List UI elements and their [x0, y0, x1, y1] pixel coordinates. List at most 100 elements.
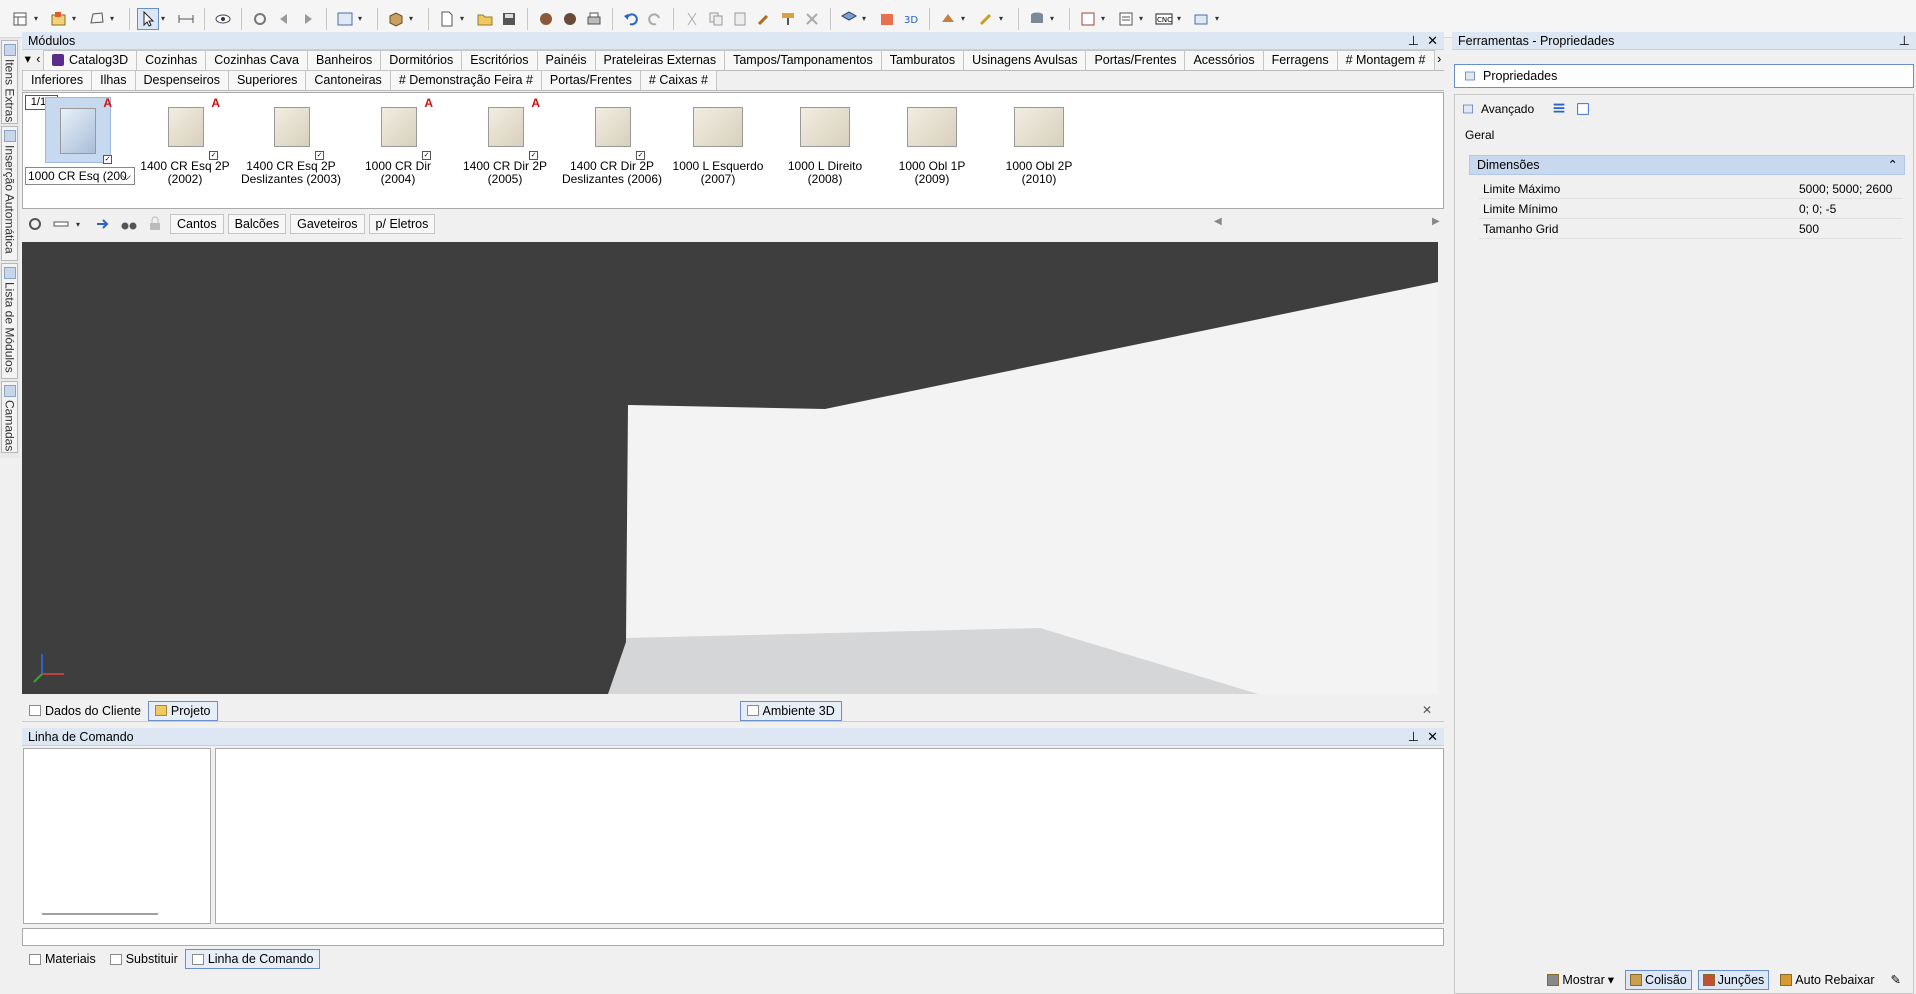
copy-icon[interactable]: [705, 8, 727, 30]
checkbox-icon[interactable]: ✓: [315, 151, 324, 160]
move-left-icon[interactable]: [273, 8, 295, 30]
filter-eletros[interactable]: p/ Eletros: [368, 214, 436, 234]
tab-dados-cliente[interactable]: Dados do Cliente: [22, 701, 148, 721]
module-item[interactable]: A ✓ 1000 CR Dir (2004): [346, 97, 450, 186]
import-icon[interactable]: [92, 213, 114, 235]
tab-ambiente-3d[interactable]: Ambiente 3D: [739, 700, 842, 721]
tab-tampos[interactable]: Tampos/Tamponamentos: [724, 50, 882, 70]
export-icon[interactable]: [1191, 8, 1213, 30]
tab-substituir[interactable]: Substituir: [103, 949, 185, 969]
paste-icon[interactable]: [729, 8, 751, 30]
propriedades-button[interactable]: Propriedades: [1454, 64, 1914, 88]
cut-icon[interactable]: [681, 8, 703, 30]
tab-escritorios[interactable]: Escritórios: [461, 50, 538, 70]
tool-icon[interactable]: [937, 8, 959, 30]
paint-icon[interactable]: [777, 8, 799, 30]
view-icon[interactable]: [334, 8, 356, 30]
auto-rebaixar-toggle[interactable]: Auto Rebaixar: [1775, 970, 1879, 990]
checkbox-icon[interactable]: ✓: [529, 151, 538, 160]
dropdown-arrow-icon[interactable]: ▾: [409, 14, 417, 23]
subtab-caixas[interactable]: # Caixas #: [639, 70, 717, 90]
filter-balcoes[interactable]: Balcões: [227, 214, 287, 234]
print-icon[interactable]: [583, 8, 605, 30]
filter-cantos[interactable]: Cantos: [170, 214, 224, 234]
tab-lista-de-modulos[interactable]: Lista de Módulos: [1, 263, 18, 379]
module-item[interactable]: 1000 Obl 1P (2009): [880, 101, 984, 186]
scroll-left-icon[interactable]: ◀: [1214, 216, 1222, 227]
dropdown-arrow-icon[interactable]: ▾: [1101, 14, 1109, 23]
save-icon[interactable]: [498, 8, 520, 30]
subtab-inferiores[interactable]: Inferiores: [22, 70, 93, 90]
undo-icon[interactable]: [620, 8, 642, 30]
dropdown-arrow-icon[interactable]: ▾: [110, 14, 118, 23]
tab-catalog3d[interactable]: Catalog3D: [43, 50, 138, 70]
dropdown-arrow-icon[interactable]: ▾: [1177, 14, 1185, 23]
prop-row-limite-minimo[interactable]: Limite Mínimo 0; 0; -5: [1479, 199, 1903, 219]
binoculars-icon[interactable]: [118, 213, 140, 235]
rotate-icon[interactable]: [249, 8, 271, 30]
new-layout-icon[interactable]: [10, 8, 32, 30]
module-item[interactable]: 1000 L Direito (2008): [773, 101, 877, 186]
tab-acessorios[interactable]: Acessórios: [1184, 50, 1264, 70]
scrollbar[interactable]: [42, 913, 158, 915]
settings-icon[interactable]: [24, 213, 46, 235]
tab-paineis[interactable]: Painéis: [536, 50, 596, 70]
delete-icon[interactable]: [801, 8, 823, 30]
select-pointer-icon[interactable]: [137, 7, 159, 30]
prop-row-limite-maximo[interactable]: Limite Máximo 5000; 5000; 2600: [1479, 179, 1903, 199]
3d-icon[interactable]: 3D: [900, 8, 922, 30]
tab-banheiros[interactable]: Banheiros: [307, 50, 382, 70]
alphabetical-icon[interactable]: [1574, 100, 1592, 118]
subtab-despenseiros[interactable]: Despenseiros: [134, 70, 229, 90]
render-icon[interactable]: [535, 8, 557, 30]
3d-viewport[interactable]: [22, 242, 1438, 694]
tab-ferragens[interactable]: Ferragens: [1262, 50, 1338, 70]
checkbox-icon[interactable]: ✓: [103, 155, 112, 164]
tab-itens-extras[interactable]: Itens Extras: [1, 40, 18, 124]
dropdown-arrow-icon[interactable]: ▾: [358, 14, 366, 23]
module-item[interactable]: A ✓ 1400 CR Esq 2P (2002): [133, 97, 237, 186]
ruler-icon[interactable]: [50, 213, 72, 235]
module-item[interactable]: ✓ 1400 CR Esq 2P Deslizantes (2003): [239, 101, 343, 186]
categorized-icon[interactable]: [1550, 100, 1568, 118]
tab-usinagens-avulsas[interactable]: Usinagens Avulsas: [963, 50, 1087, 70]
module-item[interactable]: 1000 L Esquerdo (2007): [666, 101, 770, 186]
command-input[interactable]: [22, 928, 1444, 946]
tab-cozinhas-cava[interactable]: Cozinhas Cava: [205, 50, 308, 70]
report-icon[interactable]: [1077, 8, 1099, 30]
dropdown-arrow-icon[interactable]: ▾: [999, 14, 1007, 23]
collapse-icon[interactable]: ⌃: [1888, 156, 1904, 174]
dropdown-arrow-icon[interactable]: ▾: [460, 14, 468, 23]
floorplan-icon[interactable]: [48, 8, 70, 30]
dropdown-arrow-icon[interactable]: ▾: [1215, 14, 1223, 23]
juncoes-toggle[interactable]: Junções: [1697, 970, 1770, 990]
tab-camadas[interactable]: Camadas: [1, 381, 18, 453]
cnc-icon[interactable]: CNC: [1153, 8, 1175, 30]
brush-icon[interactable]: [975, 8, 997, 30]
dropdown-arrow-icon[interactable]: ▾: [72, 14, 80, 23]
close-icon[interactable]: ✕: [1427, 728, 1438, 745]
tab-portas-frentes[interactable]: Portas/Frentes: [1085, 50, 1186, 70]
tab-prateleiras-externas[interactable]: Prateleiras Externas: [594, 50, 726, 70]
database-icon[interactable]: [1026, 8, 1048, 30]
tab-cozinhas[interactable]: Cozinhas: [136, 50, 207, 70]
tab-dormitorios[interactable]: Dormitórios: [380, 50, 463, 70]
subtab-ilhas[interactable]: Ilhas: [91, 70, 136, 90]
checkbox-icon[interactable]: ✓: [209, 151, 218, 160]
dropdown-arrow-icon[interactable]: ▾: [76, 220, 84, 229]
dropdown-arrow-icon[interactable]: ▾: [1139, 14, 1147, 23]
measure-icon[interactable]: [175, 8, 197, 30]
tabs-next-chevron-icon[interactable]: ›: [1434, 50, 1446, 70]
dropdown-arrow-icon[interactable]: ▾: [961, 14, 969, 23]
dropdown-arrow-icon[interactable]: ▾: [161, 14, 169, 23]
checkbox-icon[interactable]: ✓: [636, 151, 645, 160]
tab-projeto[interactable]: Projeto: [147, 700, 218, 721]
subtab-demonstracao[interactable]: # Demonstração Feira #: [389, 70, 542, 90]
pin-icon[interactable]: ⊥: [1899, 32, 1910, 49]
colisao-toggle[interactable]: Colisão: [1625, 970, 1692, 990]
redo-icon[interactable]: [644, 8, 666, 30]
dropdown-arrow-icon[interactable]: ▾: [862, 14, 870, 23]
layers-icon[interactable]: [838, 8, 860, 30]
list-icon[interactable]: [1115, 8, 1137, 30]
elevation-icon[interactable]: [876, 8, 898, 30]
